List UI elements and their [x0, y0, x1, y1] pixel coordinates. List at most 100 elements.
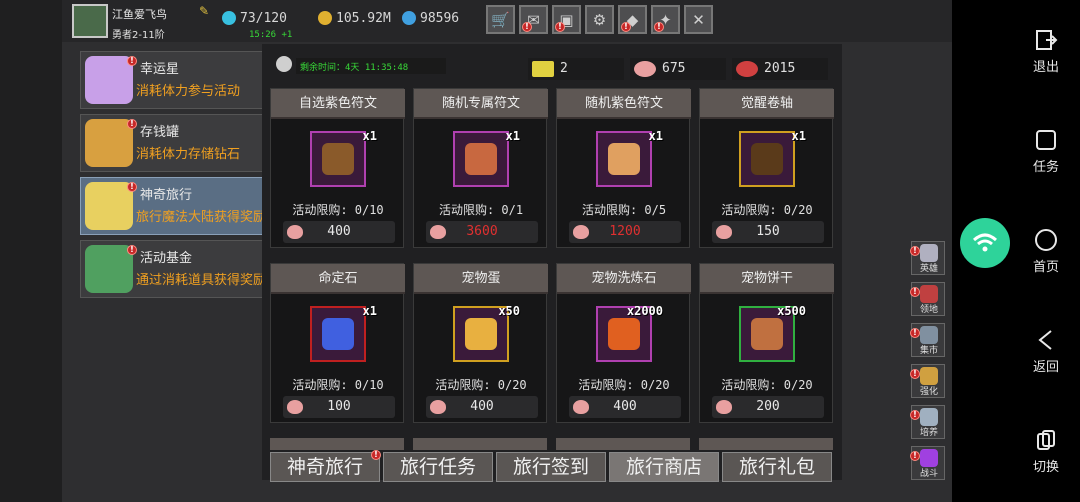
- top-bar: 江鱼爱飞鸟 勇者2-11阶 ✎ 73/120 15:26 +1 105.92M …: [62, 0, 952, 42]
- item-icon[interactable]: [739, 131, 795, 187]
- side-menu-label: 强化: [919, 387, 938, 397]
- settings-icon[interactable]: ⚙: [585, 5, 614, 34]
- price-button[interactable]: 100: [283, 396, 395, 418]
- shop-item-card[interactable]: 随机专属符文 x1 活动限购: 0/1 3600: [413, 88, 548, 248]
- price-button[interactable]: 1200: [569, 221, 681, 243]
- purchase-limit: 活动限购: 0/5: [581, 203, 667, 217]
- side-menu-icon: [920, 367, 938, 385]
- badge-icon: !: [522, 22, 532, 32]
- price-button[interactable]: 3600: [426, 221, 538, 243]
- pouch-icon: [716, 225, 732, 239]
- stamina-icon: [222, 11, 236, 25]
- item-quantity: x50: [498, 304, 520, 318]
- tab-0[interactable]: 神奇旅行: [270, 452, 380, 482]
- shop-item-card[interactable]: 宠物饼干 x500 活动限购: 0/20 200: [699, 263, 834, 423]
- badge-icon: !: [621, 22, 631, 32]
- item-icon[interactable]: [596, 131, 652, 187]
- item-art: [465, 143, 497, 175]
- shop-item-card[interactable]: 自选紫色符文 x1 活动限购: 0/10 400: [270, 88, 405, 248]
- sys-label: 首页: [1032, 260, 1059, 275]
- gem-icon: [402, 11, 416, 25]
- badge-icon: !: [910, 410, 920, 420]
- badge-icon: !: [910, 451, 920, 461]
- sidebar-item-title: 存钱罐: [140, 125, 180, 140]
- sys-exit-button[interactable]: 退出: [1012, 28, 1080, 75]
- badge-icon: !: [910, 369, 920, 379]
- shop-item-card[interactable]: 觉醒卷轴 x1 活动限购: 0/20 150: [699, 88, 834, 248]
- side-menu-icon: [920, 408, 938, 426]
- item-quantity: x1: [362, 304, 377, 318]
- price-button[interactable]: 400: [426, 396, 538, 418]
- side-menu-2[interactable]: ! 集市: [910, 323, 945, 357]
- badge-icon: !: [910, 328, 920, 338]
- badge-icon: !: [654, 22, 664, 32]
- item-quantity: x500: [777, 304, 806, 318]
- sys-home-button[interactable]: 首页: [1012, 228, 1080, 275]
- side-menu-3[interactable]: ! 强化: [910, 364, 945, 398]
- sys-label: 返回: [1032, 360, 1059, 375]
- price-button[interactable]: 150: [712, 221, 824, 243]
- shop-item-card[interactable]: 宠物蛋 x50 活动限购: 0/20 400: [413, 263, 548, 423]
- side-menu-5[interactable]: ! 战斗: [910, 446, 945, 480]
- badge-icon: !: [127, 245, 137, 255]
- tab-3[interactable]: 旅行商店: [609, 452, 719, 482]
- tab-1[interactable]: 旅行任务: [383, 452, 493, 482]
- gold-icon: [318, 11, 332, 25]
- price-value: 150: [756, 224, 780, 239]
- ticket-icon: [532, 61, 554, 77]
- shop-cart-icon[interactable]: 🛒: [486, 5, 515, 34]
- item-icon[interactable]: [453, 131, 509, 187]
- side-menu-4[interactable]: ! 培养: [910, 405, 945, 439]
- pouch-icon: [287, 400, 303, 414]
- sys-task-button[interactable]: 任务: [1012, 128, 1080, 175]
- player-avatar[interactable]: [72, 4, 108, 38]
- wifi-icon[interactable]: [960, 218, 1010, 268]
- pouch-icon: [430, 400, 446, 414]
- shop-item-card[interactable]: 随机紫色符文 x1 活动限购: 0/5 1200: [556, 88, 691, 248]
- side-menu-0[interactable]: ! 英雄: [910, 241, 945, 275]
- shop-item-card[interactable]: 命定石 x1 活动限购: 0/10 100: [270, 263, 405, 423]
- item-art: [465, 318, 497, 350]
- sys-switch-button[interactable]: 切换: [1012, 428, 1080, 475]
- edit-icon[interactable]: ✎: [199, 4, 213, 18]
- price-button[interactable]: 200: [712, 396, 824, 418]
- badge-icon: !: [127, 56, 137, 66]
- item-title: 觉醒卷轴: [700, 89, 834, 119]
- item-art: [608, 143, 640, 175]
- currency-ticket: 2: [528, 58, 624, 80]
- shop-item-card-partial: [270, 438, 404, 450]
- side-menu-icon: [920, 285, 938, 303]
- clock-icon: [276, 56, 292, 72]
- tab-4[interactable]: 旅行礼包: [722, 452, 832, 482]
- badge-icon: !: [910, 287, 920, 297]
- pouch-pink-icon: [634, 61, 656, 77]
- shop-item-card[interactable]: 宠物洗炼石 x2000 活动限购: 0/20 400: [556, 263, 691, 423]
- price-value: 200: [756, 399, 780, 414]
- task-icon: [1034, 128, 1058, 152]
- info-row: 剩余时间：4天 11:35:48 2 675 2015: [270, 50, 834, 80]
- purchase-limit: 活动限购: 0/1: [438, 203, 524, 217]
- sidebar-item-desc: 消耗体力参与活动: [136, 84, 241, 99]
- price-value: 400: [327, 224, 351, 239]
- tab-2[interactable]: 旅行签到: [496, 452, 606, 482]
- purchase-limit: 活动限购: 0/20: [721, 378, 813, 392]
- price-button[interactable]: 400: [569, 396, 681, 418]
- side-menu-label: 英雄: [919, 264, 938, 274]
- gold-display: 105.92M: [318, 9, 391, 27]
- price-button[interactable]: 400: [283, 221, 395, 243]
- item-art: [751, 143, 783, 175]
- item-icon[interactable]: [310, 131, 366, 187]
- sys-back-button[interactable]: 返回: [1012, 328, 1080, 375]
- purchase-limit: 活动限购: 0/20: [435, 378, 527, 392]
- item-icon[interactable]: [310, 306, 366, 362]
- sys-label: 任务: [1032, 160, 1059, 175]
- price-value: 400: [470, 399, 494, 414]
- pouch-icon: [287, 225, 303, 239]
- exit-icon: [1034, 28, 1058, 52]
- currency-pouch-pink: 675: [630, 58, 726, 80]
- price-value: 400: [613, 399, 637, 414]
- item-title: 宠物饼干: [700, 264, 834, 294]
- activity-icon: [85, 56, 133, 104]
- side-menu-1[interactable]: ! 领地: [910, 282, 945, 316]
- close-icon[interactable]: ✕: [684, 5, 713, 34]
